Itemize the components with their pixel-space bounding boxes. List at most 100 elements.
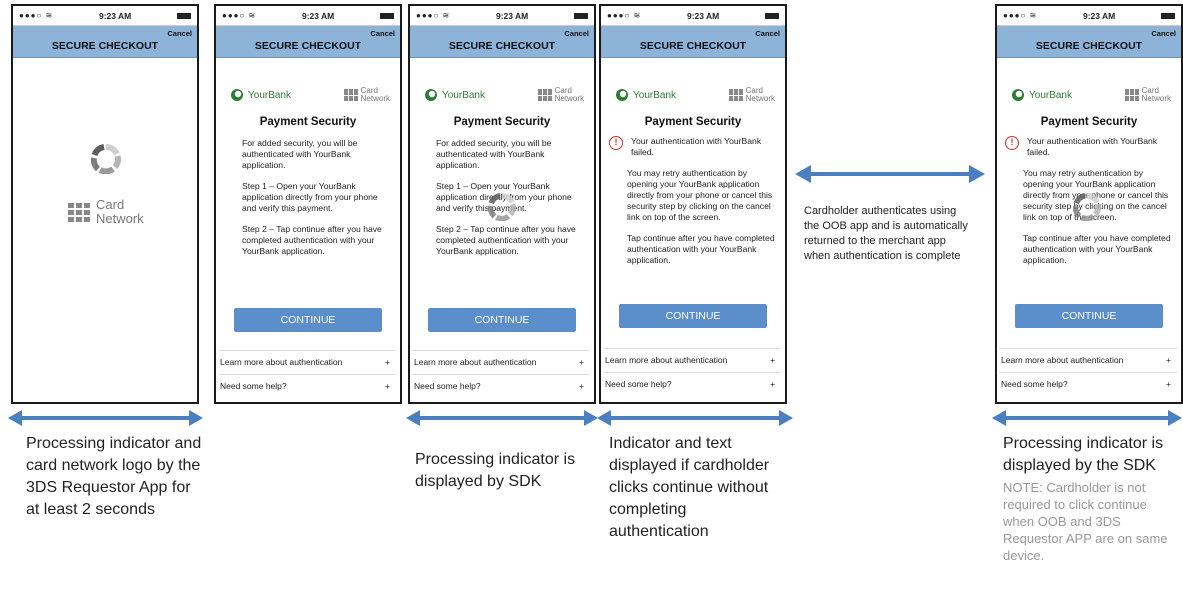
card-network-text-2: Network bbox=[360, 94, 390, 103]
continue-button[interactable]: CONTINUE bbox=[1015, 304, 1163, 328]
phone-intro-screen: ●●●○ ≋ 9:23 AM Cancel SECURE CHECKOUT Yo… bbox=[214, 4, 402, 404]
yourbank-logo: YourBank bbox=[424, 88, 485, 102]
cancel-link[interactable]: Cancel bbox=[755, 29, 780, 38]
auth-failed-message: ! Your authentication with YourBank fail… bbox=[601, 136, 785, 158]
oob-double-arrow bbox=[795, 165, 985, 183]
caption-sdk-processing-2: Processing indicator is displayed by the… bbox=[1003, 435, 1164, 474]
cancel-link[interactable]: Cancel bbox=[564, 29, 589, 38]
status-time: 9:23 AM bbox=[686, 10, 720, 21]
expand-plus-icon: + bbox=[579, 356, 584, 367]
yourbank-icon bbox=[1012, 89, 1024, 101]
help-link[interactable]: Need some help? + bbox=[999, 372, 1177, 394]
expand-plus-icon: + bbox=[385, 380, 390, 391]
failed-paragraph-3: Tap continue after you have completed au… bbox=[627, 233, 775, 265]
failed-paragraph-1: Your authentication with YourBank failed… bbox=[1027, 136, 1158, 157]
logo-row: YourBank Card Network bbox=[216, 76, 400, 114]
yourbank-text: YourBank bbox=[442, 89, 485, 101]
phone-failed-screen: ●●●○ ≋ 9:23 AM Cancel SECURE CHECKOUT Yo… bbox=[599, 4, 787, 404]
checkout-header: Cancel SECURE CHECKOUT bbox=[410, 26, 594, 58]
yourbank-text: YourBank bbox=[248, 89, 291, 101]
checkout-title: SECURE CHECKOUT bbox=[51, 40, 159, 52]
continue-button[interactable]: CONTINUE bbox=[234, 308, 382, 332]
caption-note: NOTE: Cardholder is not required to clic… bbox=[1003, 480, 1168, 563]
intro-paragraph-3: Step 2 – Tap continue after you have com… bbox=[436, 224, 576, 256]
battery-icon bbox=[379, 12, 394, 19]
yourbank-logo: YourBank bbox=[230, 88, 291, 102]
status-bar: ●●●○ ≋ 9:23 AM bbox=[997, 6, 1181, 26]
logo-row: YourBank Card Network bbox=[997, 76, 1181, 114]
span-arrow-3 bbox=[406, 410, 598, 426]
signal-icon: ●●●○ ≋ bbox=[1003, 11, 1038, 20]
expand-plus-icon: + bbox=[770, 378, 775, 389]
cancel-link[interactable]: Cancel bbox=[1151, 29, 1176, 38]
phone-processing-screen: ●●●○ ≋ 9:23 AM Cancel SECURE CHECKOUT Yo… bbox=[408, 4, 596, 404]
loading-spinner-icon bbox=[91, 144, 121, 174]
status-bar: ●●●○ ≋ 9:23 AM bbox=[601, 6, 785, 26]
logo-row: YourBank Card Network bbox=[410, 76, 594, 114]
caption-loading: Processing indicator and card network lo… bbox=[26, 435, 202, 518]
status-time: 9:23 AM bbox=[495, 10, 529, 21]
caption-failed: Indicator and text displayed if cardhold… bbox=[609, 435, 770, 540]
learn-more-link[interactable]: Learn more about authentication + bbox=[218, 350, 396, 372]
learn-more-link[interactable]: Learn more about authentication + bbox=[999, 348, 1177, 370]
status-bar: ●●●○ ≋ 9:23 AM bbox=[410, 6, 594, 26]
signal-icon: ●●●○ ≋ bbox=[222, 11, 257, 20]
checkout-header: Cancel SECURE CHECKOUT bbox=[601, 26, 785, 58]
help-label: Need some help? bbox=[414, 380, 481, 391]
continue-button[interactable]: CONTINUE bbox=[428, 308, 576, 332]
expand-plus-icon: + bbox=[1166, 354, 1171, 365]
phone-loading-screen: ●●●○ ≋ 9:23 AM Cancel SECURE CHECKOUT Ca… bbox=[11, 4, 199, 404]
battery-icon bbox=[764, 12, 779, 19]
help-label: Need some help? bbox=[605, 378, 672, 389]
battery-icon bbox=[1160, 12, 1175, 19]
card-network-text-2: Network bbox=[96, 211, 144, 226]
caption-sdk-processing: Processing indicator is displayed by SDK bbox=[415, 451, 576, 490]
error-icon: ! bbox=[1005, 136, 1019, 150]
learn-more-link[interactable]: Learn more about authentication + bbox=[603, 348, 781, 370]
card-network-icon bbox=[728, 89, 743, 101]
card-network-logo: Card Network bbox=[68, 198, 144, 226]
card-network-logo: Card Network bbox=[728, 87, 775, 103]
span-arrow-4 bbox=[597, 410, 793, 426]
help-label: Need some help? bbox=[220, 380, 287, 391]
yourbank-text: YourBank bbox=[1029, 89, 1072, 101]
continue-button[interactable]: CONTINUE bbox=[619, 304, 767, 328]
cancel-link[interactable]: Cancel bbox=[167, 29, 192, 38]
card-network-text-1: Card bbox=[96, 197, 125, 212]
yourbank-icon bbox=[231, 89, 243, 101]
expand-plus-icon: + bbox=[579, 380, 584, 391]
checkout-title: SECURE CHECKOUT bbox=[254, 40, 362, 52]
expand-plus-icon: + bbox=[385, 356, 390, 367]
learn-more-label: Learn more about authentication bbox=[1001, 354, 1124, 365]
checkout-header: Cancel SECURE CHECKOUT bbox=[216, 26, 400, 58]
learn-more-link[interactable]: Learn more about authentication + bbox=[412, 350, 590, 372]
signal-icon: ●●●○ ≋ bbox=[607, 11, 642, 20]
intro-paragraph-1: For added security, you will be authenti… bbox=[436, 138, 552, 170]
yourbank-logo: YourBank bbox=[1011, 88, 1072, 102]
card-network-icon bbox=[68, 203, 90, 222]
loading-spinner-icon bbox=[488, 193, 516, 221]
intro-paragraph-2: Step 1 – Open your YourBank application … bbox=[242, 181, 378, 213]
card-network-text-2: Network bbox=[554, 94, 584, 103]
expand-plus-icon: + bbox=[770, 354, 775, 365]
checkout-title: SECURE CHECKOUT bbox=[1035, 40, 1143, 52]
failed-text: You may retry authentication by opening … bbox=[601, 168, 785, 266]
failed-paragraph-1: Your authentication with YourBank failed… bbox=[631, 136, 762, 157]
help-link[interactable]: Need some help? + bbox=[603, 372, 781, 394]
checkout-title: SECURE CHECKOUT bbox=[448, 40, 556, 52]
auth-failed-message: ! Your authentication with YourBank fail… bbox=[997, 136, 1181, 158]
intro-paragraph-1: For added security, you will be authenti… bbox=[242, 138, 358, 170]
payment-security-title: Payment Security bbox=[453, 116, 551, 128]
card-network-icon bbox=[1124, 89, 1139, 101]
status-time: 9:23 AM bbox=[301, 10, 335, 21]
signal-icon: ●●●○ ≋ bbox=[19, 11, 54, 20]
status-bar: ●●●○ ≋ 9:23 AM bbox=[216, 6, 400, 26]
intro-text: For added security, you will be authenti… bbox=[216, 138, 400, 257]
status-bar: ●●●○ ≋ 9:23 AM bbox=[13, 6, 197, 26]
cancel-link[interactable]: Cancel bbox=[370, 29, 395, 38]
error-icon: ! bbox=[609, 136, 623, 150]
checkout-header: Cancel SECURE CHECKOUT bbox=[13, 26, 197, 58]
help-link[interactable]: Need some help? + bbox=[412, 374, 590, 396]
help-link[interactable]: Need some help? + bbox=[218, 374, 396, 396]
yourbank-text: YourBank bbox=[633, 89, 676, 101]
